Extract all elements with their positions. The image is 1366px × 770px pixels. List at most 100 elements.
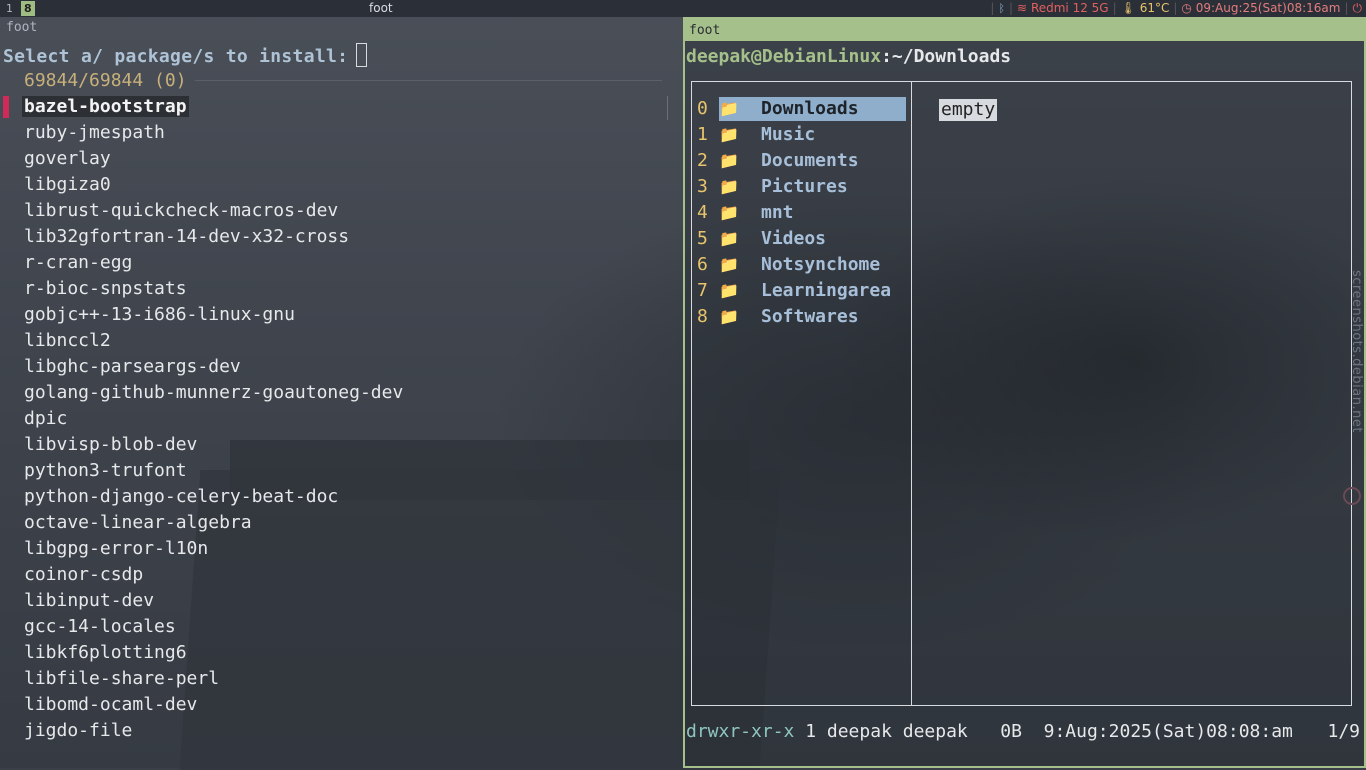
directory-item[interactable]: 3 📁 Pictures [697,174,911,200]
clock-icon: ◷ [1181,1,1192,15]
package-name: gobjc++-13-i686-linux-gnu [24,304,295,325]
prompt-text: Select a/ package/s to install: [3,46,349,67]
workspace-8-button[interactable]: 8 [21,1,35,16]
terminal-title: foot [6,20,38,35]
package-item[interactable]: gobjc++-13-i686-linux-gnu [0,302,680,328]
temperature-status: 🌡 61°C [1121,1,1170,16]
package-name: libinput-dev [24,590,155,611]
directory-item[interactable]: 1 📁 Music [697,122,911,148]
package-name: bazel-bootstrap [22,96,189,117]
file-position: 1/9 [1327,721,1360,742]
bluetooth-icon[interactable]: ᛒ [998,1,1005,16]
directory-name: Pictures [761,176,848,197]
folder-icon: 📁 [719,203,739,222]
package-item[interactable]: libnccl2 [0,328,680,354]
directory-item[interactable]: 2 📁 Documents [697,148,911,174]
package-name: python-django-celery-beat-doc [24,486,339,507]
directory-name: Notsynchome [761,254,881,275]
directory-item[interactable]: 7 📁 Learningarea [697,278,911,304]
directory-index: 4 [697,202,708,223]
package-name: r-cran-egg [24,252,133,273]
preview-text: empty [939,99,998,121]
file-manager-path: deepak@DebianLinux:~/Downloads [686,46,1011,67]
package-name: libgiza0 [24,174,111,195]
package-name: goverlay [24,148,111,169]
terminal-titlebar: foot [685,19,1364,41]
package-item[interactable]: lib32gfortran-14-dev-x32-cross [0,224,680,250]
package-item[interactable]: dpic [0,406,680,432]
package-item[interactable]: libkf6plotting6 [0,640,680,666]
directory-item[interactable]: 6 📁 Notsynchome [697,252,911,278]
wifi-status[interactable]: ≋ Redmi 12 5G [1017,1,1109,16]
text-cursor[interactable] [356,43,368,67]
install-prompt: Select a/ package/s to install: [3,43,368,67]
package-name: libfile-share-perl [24,668,220,689]
package-item[interactable]: bazel-bootstrap [0,94,680,120]
directory-index: 7 [697,280,708,301]
package-item[interactable]: r-cran-egg [0,250,680,276]
package-name: libkf6plotting6 [24,642,187,663]
temperature-label: 61°C [1139,1,1170,15]
directory-name: Learningarea [761,280,892,301]
directory-item[interactable]: 0 📁 Downloads [697,96,911,122]
file-info: 1 deepak deepak 0B 9:Aug:2025(Sat)08:08:… [794,721,1293,742]
folder-icon: 📁 [719,281,739,300]
package-name: golang-github-munnerz-goautoneg-dev [24,382,404,403]
package-item[interactable]: librust-quickcheck-macros-dev [0,198,680,224]
package-item[interactable]: libgiza0 [0,172,680,198]
directory-list[interactable]: 0 📁 Downloads 1 📁 Music 2 📁 Documents 3 📁 Pictures 4… [697,96,911,330]
package-item[interactable]: octave-linear-algebra [0,510,680,536]
package-item[interactable]: r-bioc-snpstats [0,276,680,302]
package-item[interactable]: python-django-celery-beat-doc [0,484,680,510]
thermometer-icon: 🌡 [1120,1,1136,15]
top-status-bar: 1 8 foot | ᛒ | ≋ Redmi 12 5G | 🌡 61°C | … [0,0,1366,17]
package-name: libgpg-error-l10n [24,538,209,559]
pane-divider [911,81,912,706]
package-list[interactable]: bazel-bootstrap ruby-jmespath goverlay libg… [0,94,680,744]
folder-icon: 📁 [719,125,739,144]
package-item[interactable]: python3-trufont [0,458,680,484]
directory-name: Music [761,124,816,145]
directory-index: 5 [697,228,708,249]
package-item[interactable]: ruby-jmespath [0,120,680,146]
workspace-1-button[interactable]: 1 [3,1,16,16]
directory-item[interactable]: 5 📁 Videos [697,226,911,252]
package-item[interactable]: coinor-csdp [0,562,680,588]
package-name: ruby-jmespath [24,122,165,143]
clock-label: 09:Aug:25(Sat)08:16am [1195,1,1341,15]
window-title: foot [369,1,393,15]
package-item[interactable]: jigdo-file [0,718,680,744]
separator: | [1344,1,1349,15]
watermark-logo-icon [1343,487,1361,505]
package-item[interactable]: libvisp-blob-dev [0,432,680,458]
directory-index: 2 [697,150,708,171]
file-status-line: drwxr-xr-x 1 deepak deepak 0B 9:Aug:2025… [686,721,1360,742]
package-name: octave-linear-algebra [24,512,252,533]
package-item[interactable]: golang-github-munnerz-goautoneg-dev [0,380,680,406]
package-name: lib32gfortran-14-dev-x32-cross [24,226,350,247]
separator: | [1173,1,1178,15]
directory-name: Documents [761,150,859,171]
directory-item[interactable]: 8 📁 Softwares [697,304,911,330]
package-item[interactable]: goverlay [0,146,680,172]
package-item[interactable]: libfile-share-perl [0,666,680,692]
package-name: librust-quickcheck-macros-dev [24,200,339,221]
file-permissions: drwxr-xr-x [686,721,795,742]
counter-divider [195,80,662,81]
package-item[interactable]: libomd-ocaml-dev [0,692,680,718]
package-item[interactable]: libghc-parseargs-dev [0,354,680,380]
wifi-icon: ≋ [1017,1,1028,15]
directory-name: Softwares [761,306,859,327]
right-terminal[interactable]: foot deepak@DebianLinux:~/Downloads 0 📁 Do… [683,17,1366,768]
package-item[interactable]: libinput-dev [0,588,680,614]
package-item[interactable]: libgpg-error-l10n [0,536,680,562]
power-icon[interactable]: ⏻ [1353,1,1363,16]
folder-icon: 📁 [719,307,739,326]
folder-icon: 📁 [719,255,739,274]
directory-item[interactable]: 4 📁 mnt [697,200,911,226]
package-item[interactable]: gcc-14-locales [0,614,680,640]
clock-status[interactable]: ◷ 09:Aug:25(Sat)08:16am [1181,1,1340,16]
user-host: deepak@DebianLinux [686,46,882,67]
package-name: r-bioc-snpstats [24,278,187,299]
separator: | [1112,1,1117,15]
